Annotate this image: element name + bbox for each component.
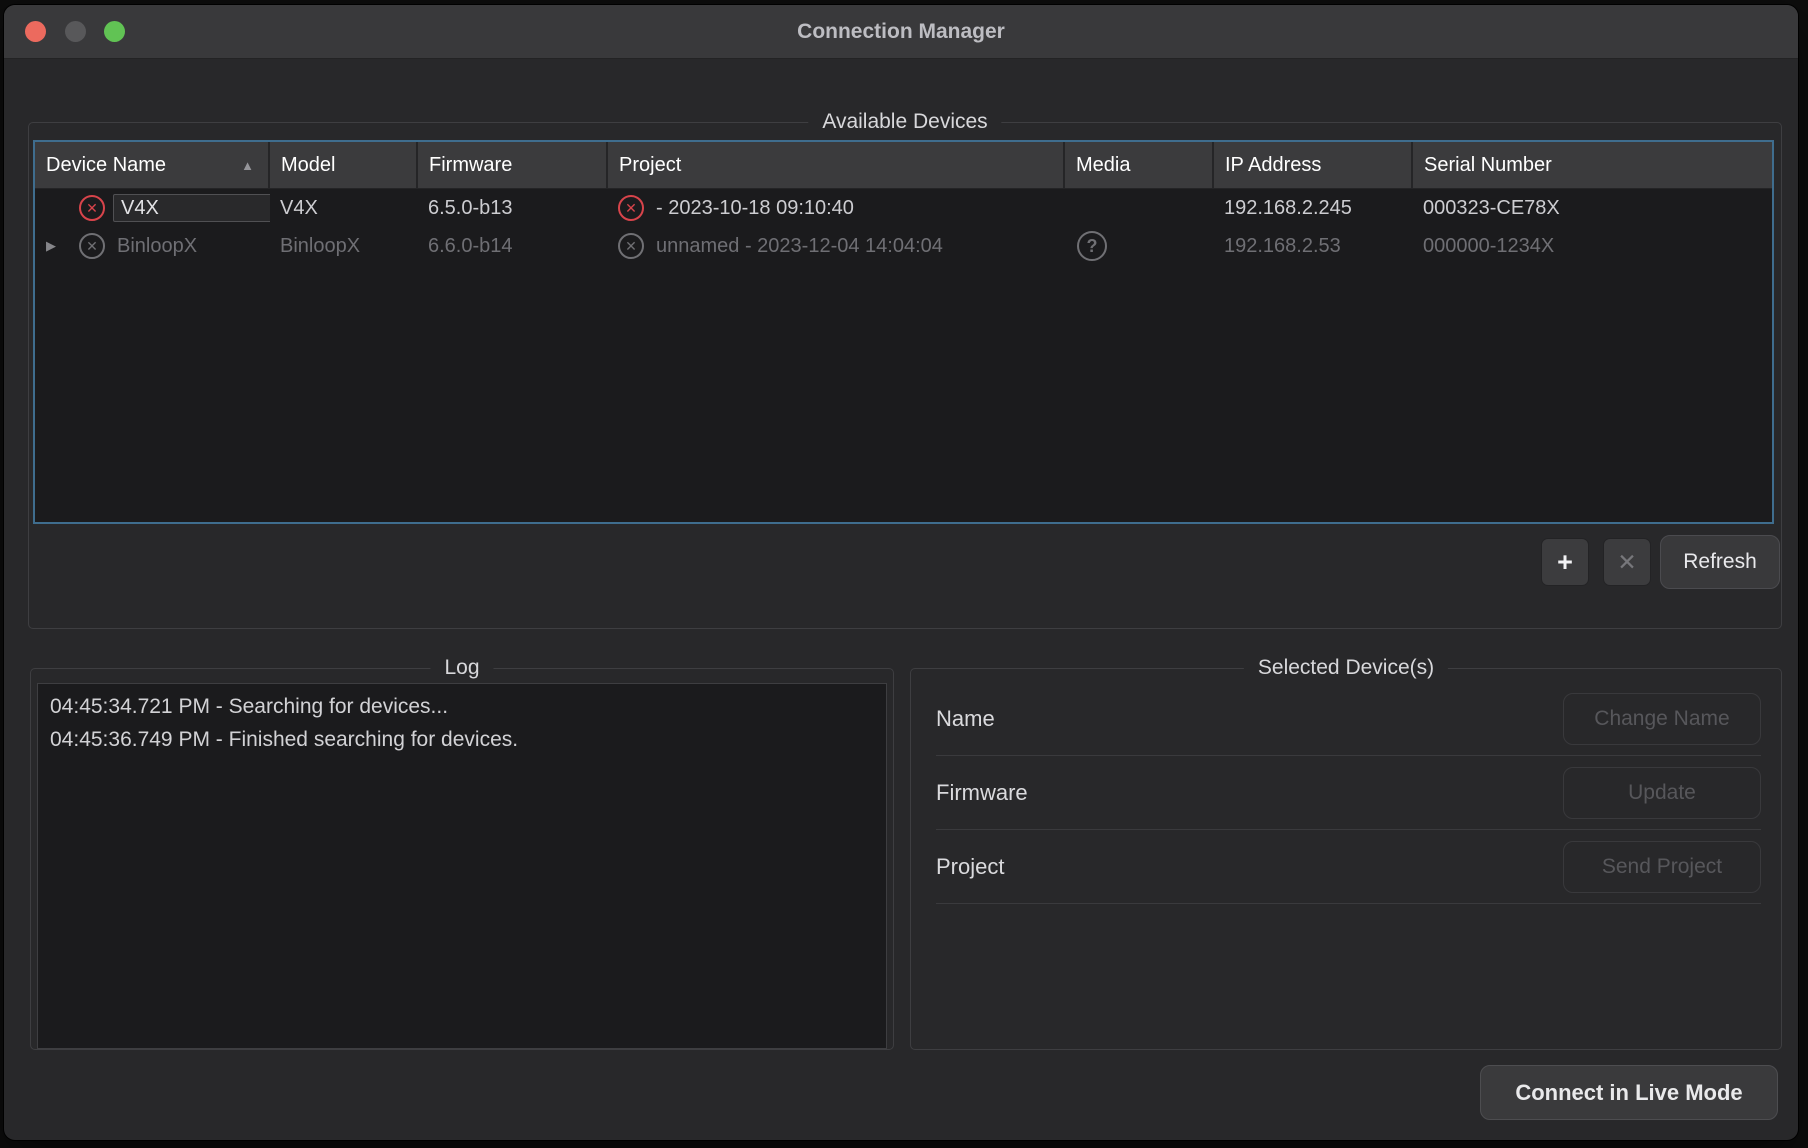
device-row-binloopx[interactable]: ▶ ✕ BinloopX BinloopX 6.6.0-b14 ✕ unname… [35, 227, 1772, 265]
column-header-project[interactable]: Project [608, 142, 1065, 189]
project-text: - 2023-10-18 09:10:40 [656, 197, 854, 220]
send-project-button: Send Project [1563, 841, 1761, 893]
device-name-cell: ▶ ✕ BinloopX [35, 227, 270, 265]
update-firmware-button: Update [1563, 767, 1761, 819]
column-header-label: Media [1076, 154, 1130, 177]
disconnected-status-icon: ✕ [79, 195, 105, 221]
serial-number-cell: 000323-CE78X [1413, 189, 1772, 227]
refresh-button[interactable]: Refresh [1660, 535, 1780, 589]
project-error-icon: ✕ [618, 233, 644, 259]
project-field-label: Project [936, 854, 1004, 880]
media-cell: ? [1065, 227, 1214, 265]
firmware-field-label: Firmware [936, 780, 1028, 806]
device-name-text: BinloopX [117, 235, 197, 258]
log-group: Log 04:45:34.721 PM - Searching for devi… [30, 668, 894, 1050]
change-name-button: Change Name [1563, 693, 1761, 745]
name-field-label: Name [936, 706, 995, 732]
log-label: Log [430, 656, 493, 680]
device-name-cell: ✕ [35, 189, 270, 227]
title-bar: Connection Manager [4, 5, 1798, 59]
ip-address-cell: 192.168.2.245 [1214, 189, 1413, 227]
firmware-cell: 6.6.0-b14 [418, 227, 608, 265]
column-header-serial-number[interactable]: Serial Number [1413, 142, 1772, 189]
name-field-row: Name Change Name [936, 682, 1761, 756]
project-field-row: Project Send Project [936, 830, 1761, 904]
devices-table: Device Name ▲ Model Firmware Project Med… [33, 140, 1774, 524]
device-row-v4x[interactable]: ✕ V4X 6.5.0-b13 ✕ - 2023-10-18 09:10:40 … [35, 189, 1772, 227]
media-unknown-icon: ? [1077, 231, 1107, 261]
add-device-button[interactable]: + [1541, 538, 1589, 586]
log-output[interactable]: 04:45:34.721 PM - Searching for devices.… [37, 683, 887, 1049]
device-name-input[interactable] [113, 194, 270, 222]
selected-devices-label: Selected Device(s) [1244, 656, 1448, 680]
expand-row-icon[interactable]: ▶ [46, 238, 56, 254]
column-header-label: Serial Number [1424, 154, 1552, 177]
column-header-label: Device Name [46, 154, 166, 177]
column-header-label: Model [281, 154, 335, 177]
project-text: unnamed - 2023-12-04 14:04:04 [656, 235, 943, 258]
connection-manager-window: Connection Manager Available Devices Dev… [4, 5, 1798, 1140]
available-devices-group: Available Devices Device Name ▲ Model Fi… [28, 122, 1782, 629]
model-cell: V4X [270, 189, 418, 227]
sort-ascending-icon: ▲ [241, 158, 254, 173]
column-header-media[interactable]: Media [1065, 142, 1214, 189]
project-cell: ✕ unnamed - 2023-12-04 14:04:04 [608, 227, 1065, 265]
serial-number-cell: 000000-1234X [1413, 227, 1772, 265]
selected-devices-group: Selected Device(s) Name Change Name Firm… [910, 668, 1782, 1050]
column-header-label: Firmware [429, 154, 512, 177]
column-header-label: IP Address [1225, 154, 1321, 177]
screen: Connection Manager Available Devices Dev… [0, 0, 1808, 1148]
log-line: 04:45:34.721 PM - Searching for devices.… [38, 690, 886, 723]
column-header-device-name[interactable]: Device Name ▲ [35, 142, 270, 189]
remove-device-button: ✕ [1603, 538, 1651, 586]
model-cell: BinloopX [270, 227, 418, 265]
column-header-label: Project [619, 154, 681, 177]
disconnected-status-icon: ✕ [79, 233, 105, 259]
column-header-firmware[interactable]: Firmware [418, 142, 608, 189]
column-header-ip-address[interactable]: IP Address [1214, 142, 1413, 189]
window-title: Connection Manager [4, 5, 1798, 58]
project-cell: ✕ - 2023-10-18 09:10:40 [608, 189, 1065, 227]
connect-live-mode-button[interactable]: Connect in Live Mode [1480, 1065, 1778, 1120]
log-line: 04:45:36.749 PM - Finished searching for… [38, 723, 886, 756]
firmware-field-row: Firmware Update [936, 756, 1761, 830]
project-error-icon: ✕ [618, 195, 644, 221]
devices-table-header: Device Name ▲ Model Firmware Project Med… [35, 142, 1772, 189]
media-cell [1065, 189, 1214, 227]
available-devices-label: Available Devices [808, 110, 1001, 134]
column-header-model[interactable]: Model [270, 142, 418, 189]
ip-address-cell: 192.168.2.53 [1214, 227, 1413, 265]
firmware-cell: 6.5.0-b13 [418, 189, 608, 227]
